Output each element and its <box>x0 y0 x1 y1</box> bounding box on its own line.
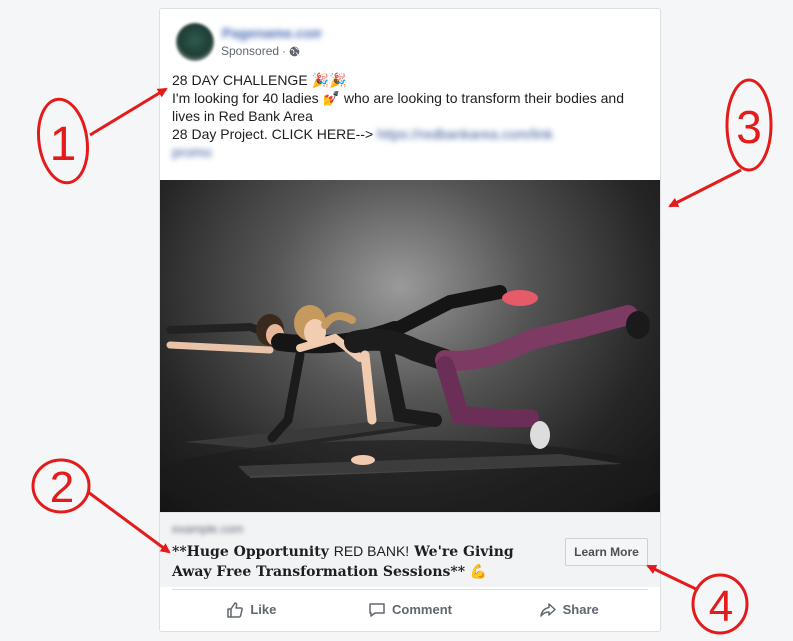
link-preview[interactable]: example.com **Huge Opportunity RED BANK!… <box>160 512 660 587</box>
comment-label: Comment <box>392 602 452 617</box>
post-text-line: 28 Day Project. CLICK HERE--> https://re… <box>172 125 650 143</box>
post-link-blurred-2[interactable]: promo <box>172 143 650 161</box>
page-avatar[interactable] <box>176 23 214 61</box>
post-text-cta: 28 Day Project. CLICK HERE--> <box>172 126 374 142</box>
annotation-circle-1 <box>37 97 89 185</box>
annotation-number-4: 4 <box>709 582 733 631</box>
annotation-number-3: 3 <box>736 101 762 153</box>
sponsored-label[interactable]: Sponsored <box>221 44 279 58</box>
post-actions: Like Comment Share <box>172 589 648 629</box>
link-headline[interactable]: **Huge Opportunity RED BANK! We're Givin… <box>172 541 552 582</box>
share-label: Share <box>562 602 599 617</box>
post-body: 28 DAY CHALLENGE 🎉🎉 I'm looking for 40 l… <box>172 71 650 161</box>
annotation-circle-2 <box>31 458 91 514</box>
comment-icon <box>369 602 385 617</box>
annotation-arrow-3 <box>668 168 742 208</box>
comment-button[interactable]: Comment <box>331 590 490 629</box>
post-meta: Sponsored · <box>221 44 300 58</box>
headline-part: **Huge Opportunity <box>172 544 334 560</box>
meta-separator: · <box>282 44 287 58</box>
headline-part: RED BANK! <box>333 543 410 559</box>
annotation-circle-3 <box>725 78 773 172</box>
annotation-circle-4 <box>691 573 749 635</box>
share-button[interactable]: Share <box>489 590 648 629</box>
page-name-blurred[interactable]: Pagename.com <box>222 25 322 41</box>
annotation-arrow-2 <box>87 490 171 554</box>
annotation-arrow-1 <box>89 87 168 137</box>
link-domain-blurred: example.com <box>172 522 244 536</box>
learn-more-button[interactable]: Learn More <box>565 538 648 566</box>
share-icon <box>539 602 556 617</box>
post-link-blurred[interactable]: https://redbankarea.com/link <box>377 126 553 142</box>
like-label: Like <box>250 602 277 617</box>
ad-image[interactable] <box>160 180 660 512</box>
post-text-line: lives in Red Bank Area <box>172 108 313 124</box>
post-text-line: I'm looking for 40 ladies 💅 who are look… <box>172 90 625 106</box>
globe-icon <box>289 46 300 56</box>
like-button[interactable]: Like <box>172 590 331 629</box>
annotation-number-2: 2 <box>50 463 74 512</box>
annotation-number-1: 1 <box>50 118 77 171</box>
post-text-line: 28 DAY CHALLENGE 🎉🎉 <box>172 72 347 88</box>
workout-illustration <box>160 285 660 512</box>
sponsored-post: Pagename.com Sponsored · 28 DAY CHALLENG… <box>159 8 661 632</box>
like-icon <box>227 601 244 618</box>
